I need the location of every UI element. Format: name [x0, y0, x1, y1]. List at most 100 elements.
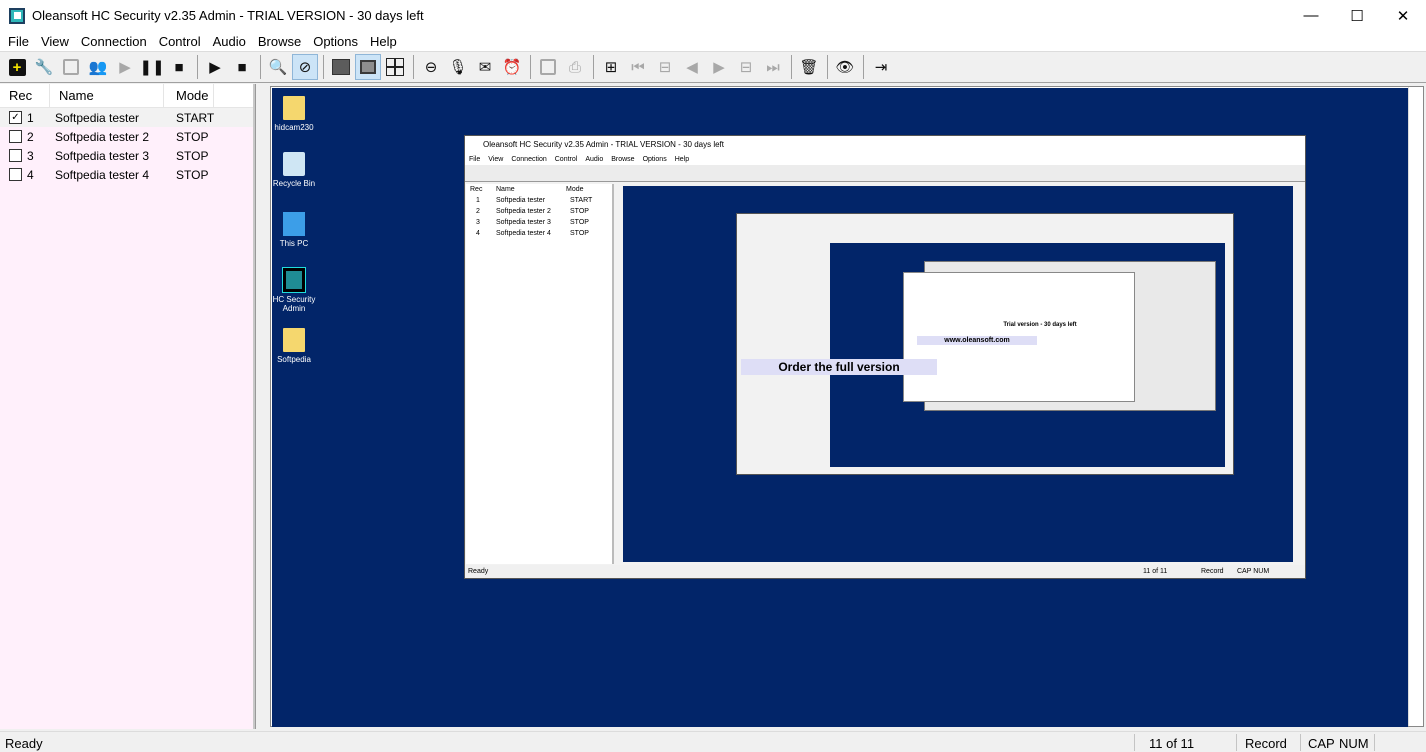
list-item[interactable]: 2 Softpedia tester 2 STOP: [0, 127, 253, 146]
stop-icon[interactable]: ■: [166, 54, 192, 80]
last-icon[interactable]: ⏭: [760, 54, 786, 80]
users-icon[interactable]: 👥: [85, 54, 111, 80]
record-number: 1: [27, 110, 34, 125]
list-item[interactable]: 4 Softpedia tester 4 STOP: [0, 165, 253, 184]
nested-menu-item: Options: [642, 155, 667, 163]
desktop-icon[interactable]: Recycle Bin: [264, 152, 324, 188]
status-bar: Ready 11 of 11 Record CAP NUM: [0, 731, 1426, 752]
nested-list-item: 4 Softpedia tester 4 STOP: [466, 228, 612, 239]
alarm-icon[interactable]: ⏰: [499, 54, 525, 80]
recorder-list: Rec Name Mode ✓ 1 Softpedia tester START…: [0, 83, 255, 729]
play-icon[interactable]: ▶: [202, 54, 228, 80]
banner-order: Order the full version: [741, 359, 937, 375]
maximize-button[interactable]: ☐: [1334, 0, 1380, 31]
print-icon[interactable]: ⎙: [562, 54, 588, 80]
prev-frame-icon[interactable]: ⊟: [652, 54, 678, 80]
message-icon[interactable]: ✉: [472, 54, 498, 80]
prev-icon[interactable]: ◀: [679, 54, 705, 80]
view-icon[interactable]: 👁: [832, 54, 858, 80]
status-frame-count: 11 of 11: [1149, 735, 1195, 751]
vertical-scrollbar[interactable]: [1408, 87, 1423, 726]
toolbar-separator: [260, 55, 261, 79]
status-separator: [1134, 734, 1135, 751]
list-item[interactable]: ✓ 1 Softpedia tester START: [0, 108, 253, 127]
record-name: Softpedia tester: [55, 110, 140, 125]
toolbar-separator: [593, 55, 594, 79]
recycle-bin-icon: [283, 152, 305, 176]
desktop-icon[interactable]: Softpedia: [264, 328, 324, 364]
toolbar-separator: [530, 55, 531, 79]
grid-icon[interactable]: [382, 54, 408, 80]
fit-icon[interactable]: ⊘: [292, 54, 318, 80]
normal-screen-icon[interactable]: [355, 54, 381, 80]
play-icon[interactable]: ▶: [112, 54, 138, 80]
menu-view[interactable]: View: [35, 34, 75, 49]
list-header: Rec Name Mode: [0, 83, 253, 108]
menu-browse[interactable]: Browse: [252, 34, 307, 49]
next-icon[interactable]: ▶: [706, 54, 732, 80]
first-icon[interactable]: ⏮: [625, 54, 651, 80]
record-mode: STOP: [176, 167, 209, 182]
add-icon[interactable]: +: [4, 54, 30, 80]
nested-menu-item: Control: [554, 155, 578, 163]
nested-num: 4: [476, 230, 480, 237]
record-name: Softpedia tester 4: [55, 167, 150, 182]
status-record: Record: [1245, 735, 1287, 751]
full-screen-icon[interactable]: [328, 54, 354, 80]
wrench-icon[interactable]: 🔧: [31, 54, 57, 80]
binoculars-icon[interactable]: ⊞: [598, 54, 624, 80]
column-rec[interactable]: Rec: [0, 83, 50, 108]
nested-menu: File View Connection Control Audio Brows…: [465, 153, 1305, 165]
record-checkbox[interactable]: [9, 168, 22, 181]
nested-name: Softpedia tester 4: [496, 230, 551, 237]
desktop-icon-label: Recycle Bin: [272, 179, 316, 188]
menu-file[interactable]: File: [2, 34, 35, 49]
nested-status-count: 11 of 11: [1143, 568, 1168, 575]
pause-icon[interactable]: ❚❚: [139, 54, 165, 80]
record-mode: STOP: [176, 148, 209, 163]
remove-icon[interactable]: [58, 54, 84, 80]
menu-help[interactable]: Help: [364, 34, 403, 49]
column-name[interactable]: Name: [50, 83, 164, 108]
exit-icon[interactable]: ⇥: [868, 54, 894, 80]
next-frame-icon[interactable]: ⊟: [733, 54, 759, 80]
app-icon: [9, 7, 25, 24]
toolbar-separator: [197, 55, 198, 79]
desktop-icon-label: Softpedia: [277, 355, 311, 364]
menu-control[interactable]: Control: [153, 34, 207, 49]
remote-desktop[interactable]: hidcam230 Recycle Bin This PC HC Securit…: [272, 88, 1408, 727]
nested-col: Mode: [566, 186, 584, 193]
nested-desktop-2: www.oleansoft.com Trial version - 30 day…: [830, 243, 1225, 467]
menu-options[interactable]: Options: [307, 34, 364, 49]
record-checkbox[interactable]: [9, 130, 22, 143]
banner-trial: Trial version - 30 days left: [1003, 322, 1077, 328]
status-separator: [1300, 734, 1301, 751]
eye-link-icon[interactable]: ⊖: [418, 54, 444, 80]
desktop-icon[interactable]: hidcam230: [264, 96, 324, 132]
record-checkbox[interactable]: ✓: [9, 111, 22, 124]
minimize-button[interactable]: —: [1288, 0, 1334, 31]
column-mode[interactable]: Mode: [164, 83, 214, 108]
desktop-icon[interactable]: HC Security Admin: [264, 267, 324, 313]
nested-app-window-2: www.oleansoft.com Trial version - 30 day…: [736, 213, 1234, 475]
record-checkbox[interactable]: [9, 149, 22, 162]
menu-audio[interactable]: Audio: [207, 34, 252, 49]
delete-icon[interactable]: 🗑: [796, 54, 822, 80]
status-separator: [1374, 734, 1375, 751]
menu-connection[interactable]: Connection: [75, 34, 153, 49]
desktop-icon[interactable]: This PC: [264, 212, 324, 248]
nested-desktop: www.oleansoft.com Trial version - 30 day…: [623, 186, 1293, 562]
menu-bar: File View Connection Control Audio Brows…: [0, 31, 1426, 51]
status-separator: [1236, 734, 1237, 751]
status-cap: CAP: [1308, 735, 1335, 751]
list-item[interactable]: 3 Softpedia tester 3 STOP: [0, 146, 253, 165]
record-mode: STOP: [176, 129, 209, 144]
close-button[interactable]: ✕: [1380, 0, 1426, 31]
zoom-icon[interactable]: 🔍: [265, 54, 291, 80]
stop-icon[interactable]: ■: [229, 54, 255, 80]
nested-list-header: Rec Name Mode: [466, 184, 612, 195]
list-body: ✓ 1 Softpedia tester START 2 Softpedia t…: [0, 108, 253, 729]
title-bar: Oleansoft HC Security v2.35 Admin - TRIA…: [0, 0, 1426, 31]
save-icon[interactable]: [535, 54, 561, 80]
microphone-icon[interactable]: 🎙: [445, 54, 471, 80]
